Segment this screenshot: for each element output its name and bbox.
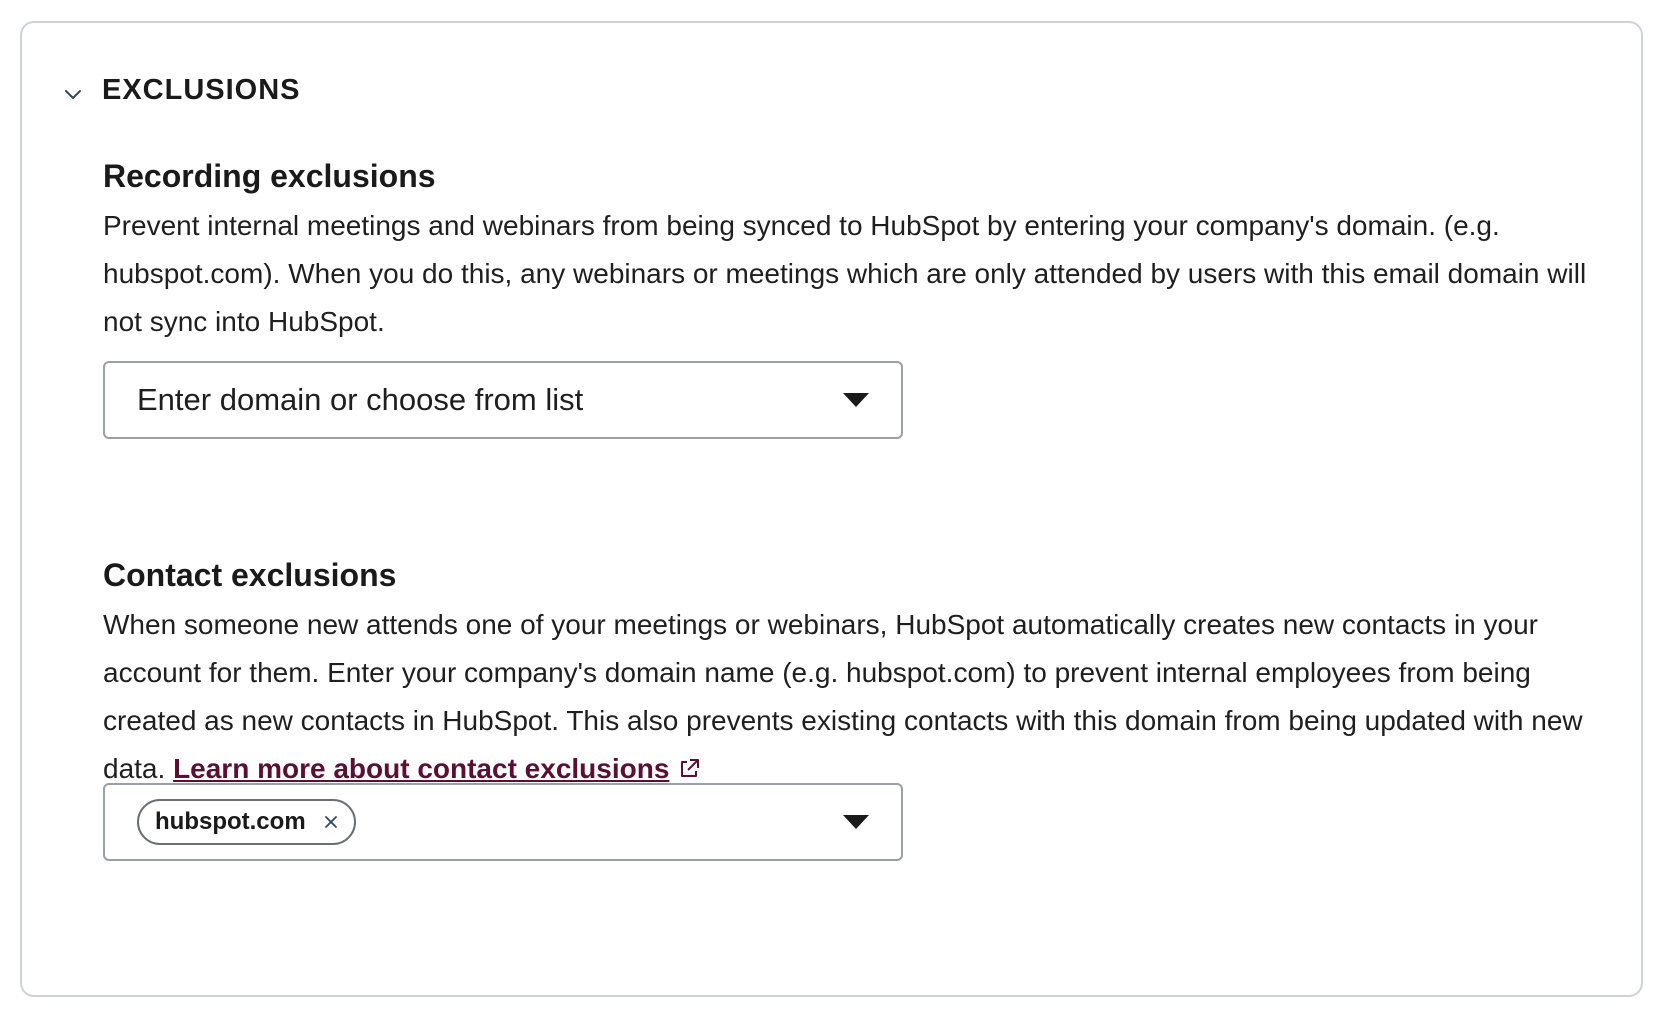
contact-domain-select[interactable]: hubspot.com [103, 783, 903, 861]
recording-exclusions-title: Recording exclusions [103, 158, 436, 194]
recording-domain-placeholder: Enter domain or choose from list [137, 382, 584, 417]
contact-exclusions-title: Contact exclusions [103, 557, 397, 593]
caret-down-icon[interactable] [843, 393, 869, 407]
external-link-icon[interactable] [677, 757, 701, 781]
close-icon[interactable] [324, 815, 338, 829]
chevron-down-icon[interactable] [62, 83, 84, 105]
learn-more-contact-exclusions-link[interactable]: Learn more about contact exclusions [173, 753, 669, 784]
section-title: EXCLUSIONS [102, 73, 301, 106]
domain-tag-label: hubspot.com [155, 808, 306, 835]
domain-tag: hubspot.com [137, 799, 356, 845]
contact-exclusions-block: Contact exclusions When someone new atte… [103, 555, 1603, 793]
caret-down-icon[interactable] [843, 815, 869, 829]
contact-exclusions-description: When someone new attends one of your mee… [103, 601, 1603, 793]
exclusions-section-toggle[interactable]: EXCLUSIONS [62, 73, 301, 107]
recording-domain-select[interactable]: Enter domain or choose from list [103, 361, 903, 439]
exclusions-card: EXCLUSIONS Recording exclusions Prevent … [20, 21, 1643, 997]
recording-exclusions-description: Prevent internal meetings and webinars f… [103, 210, 1587, 337]
recording-exclusions-block: Recording exclusions Prevent internal me… [103, 156, 1603, 346]
